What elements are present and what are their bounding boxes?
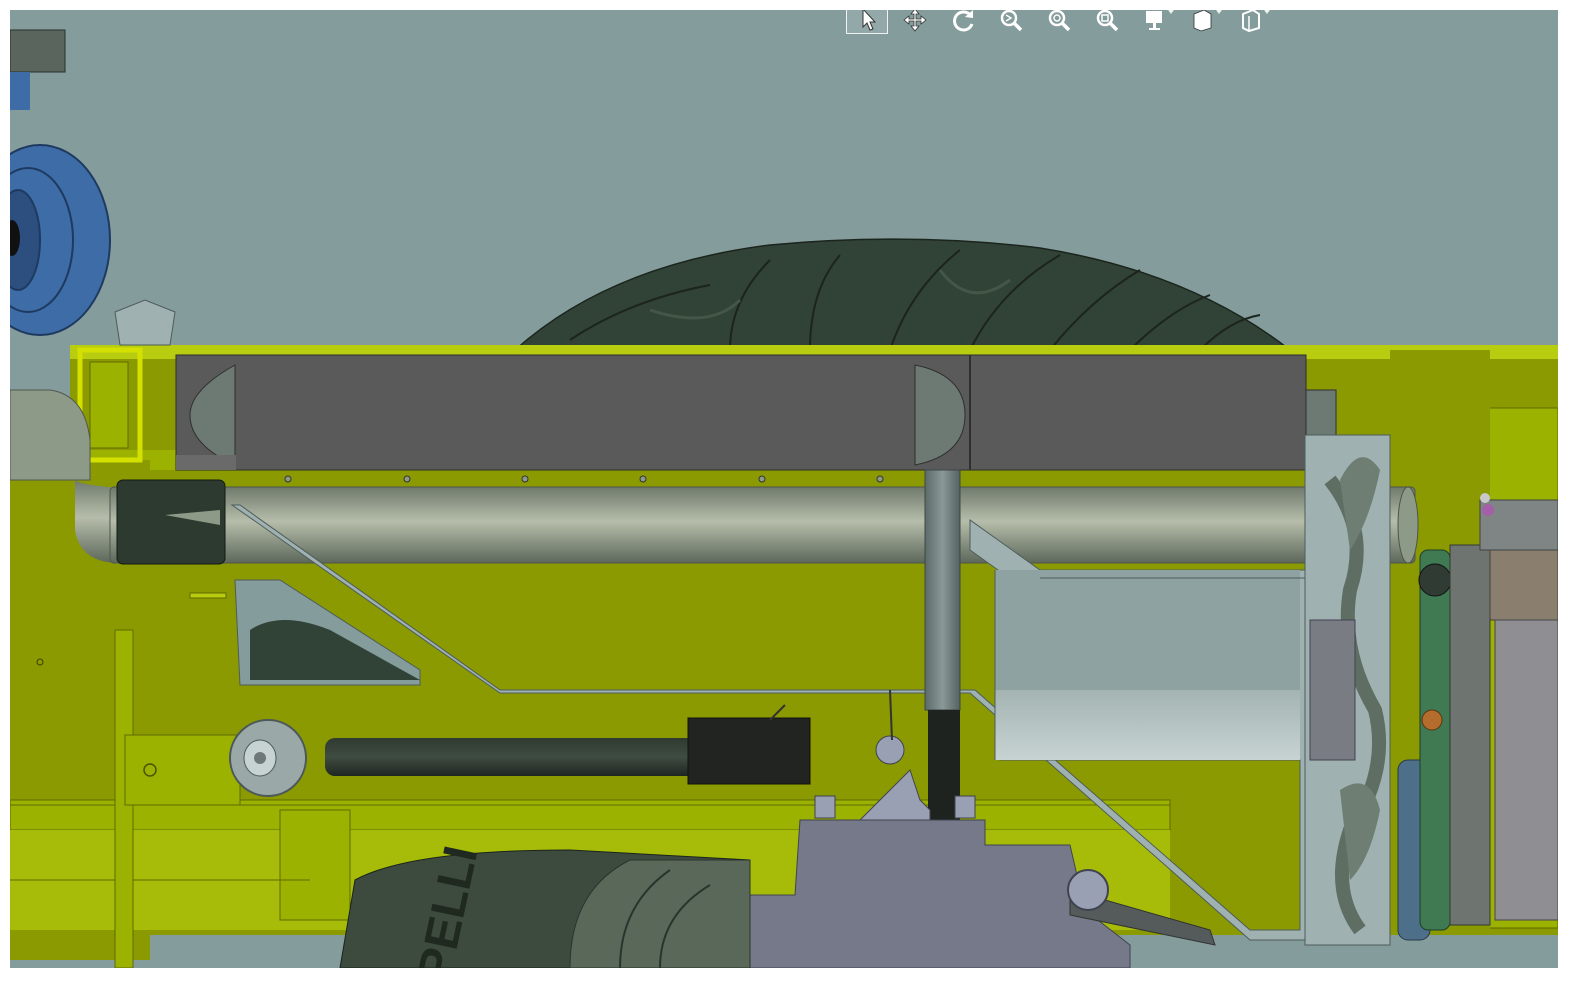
section-view-button[interactable] — [1230, 10, 1272, 34]
vertical-shaft — [924, 469, 961, 711]
pan-icon — [903, 10, 927, 32]
upper-panel — [175, 354, 1337, 471]
cad-viewport[interactable]: PELLI — [10, 10, 1558, 968]
chevron-down-icon — [1216, 10, 1222, 14]
rotate-icon — [953, 10, 974, 32]
view-orientation-icon — [1146, 11, 1162, 30]
zoom-in-out-icon — [1048, 10, 1071, 32]
pan-tool-button[interactable] — [894, 10, 936, 34]
air-filter-pulley — [10, 29, 111, 336]
view-orientation-button[interactable] — [1134, 10, 1176, 34]
chevron-down-icon — [1168, 10, 1174, 14]
chevron-down-icon — [1264, 10, 1270, 14]
select-icon — [862, 10, 877, 31]
zoom-in-out-tool-button[interactable] — [1038, 10, 1080, 34]
rotate-tool-button[interactable] — [942, 10, 984, 34]
section-view-icon — [1242, 10, 1260, 33]
select-tool-button[interactable] — [846, 10, 888, 34]
zoom-icon — [1000, 10, 1023, 32]
zoom-tool-button[interactable] — [990, 10, 1032, 34]
rear-tire — [513, 238, 1293, 351]
cooling-fan — [1304, 434, 1391, 946]
zoom-fit-icon — [1096, 10, 1119, 32]
belt-drive — [1397, 493, 1558, 941]
display-style-button[interactable] — [1182, 10, 1224, 34]
zoom-fit-tool-button[interactable] — [1086, 10, 1128, 34]
display-style-icon — [1193, 10, 1212, 32]
view-toolbar — [846, 10, 1272, 34]
model-view[interactable]: PELLI — [10, 10, 1558, 968]
